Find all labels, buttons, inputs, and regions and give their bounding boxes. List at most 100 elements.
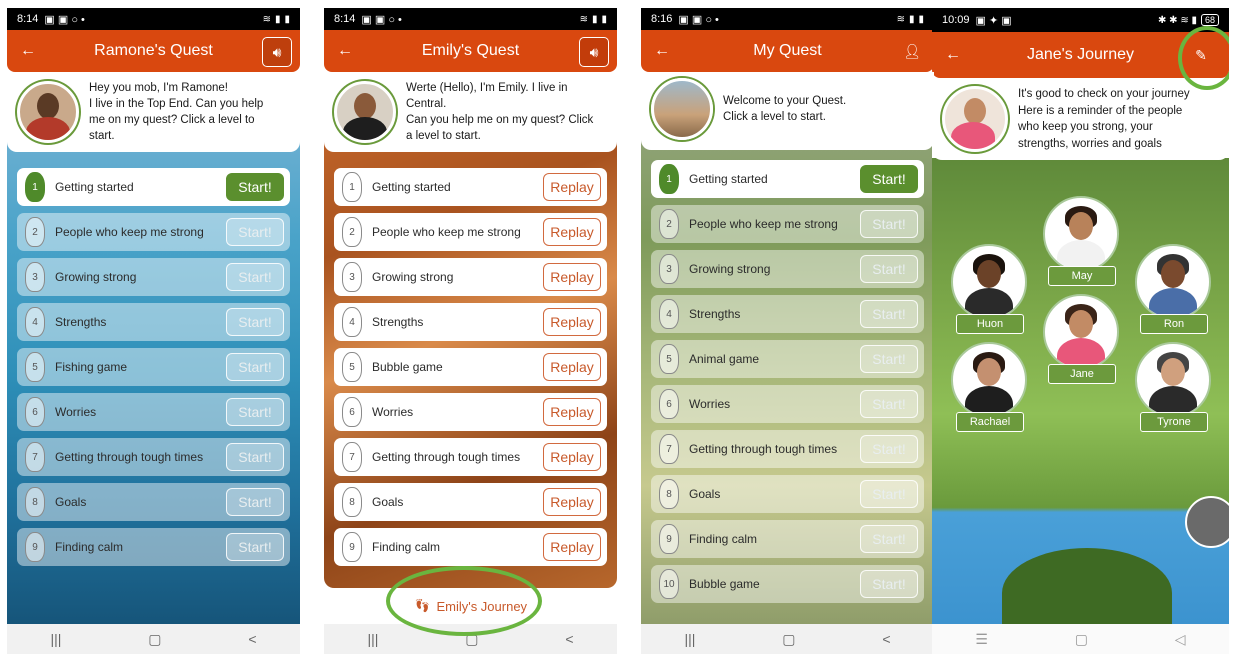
side-thumbnail[interactable]	[1185, 496, 1229, 548]
start-button[interactable]: Start!	[860, 345, 918, 373]
back-arrow-icon[interactable]: ←	[940, 42, 966, 68]
battery-icon: ▮	[284, 13, 290, 25]
replay-button[interactable]: Replay	[543, 533, 601, 561]
level-row[interactable]: 2 People who keep me strong Start!	[17, 213, 290, 251]
person-label: May	[1048, 266, 1116, 286]
level-row[interactable]: 5 Animal game Start!	[651, 340, 924, 378]
system-back-icon[interactable]: ◁	[1175, 631, 1186, 648]
start-button[interactable]: Start!	[226, 218, 284, 246]
start-button[interactable]: Start!	[860, 435, 918, 463]
level-row[interactable]: 4 Strengths Start!	[651, 295, 924, 333]
level-row[interactable]: 10 Bubble game Start!	[651, 565, 924, 603]
level-label: Getting started	[689, 172, 768, 186]
replay-button[interactable]: Replay	[543, 443, 601, 471]
level-row[interactable]: 4 Strengths Replay	[334, 303, 607, 341]
level-row[interactable]: 7 Getting through tough times Start!	[17, 438, 290, 476]
start-button[interactable]: Start!	[860, 165, 918, 193]
start-button[interactable]: Start!	[860, 570, 918, 598]
recent-apps-icon[interactable]: |||	[367, 631, 378, 647]
replay-button[interactable]: Replay	[543, 353, 601, 381]
battery-icon: ▮	[601, 13, 607, 25]
back-arrow-icon[interactable]: ←	[649, 38, 675, 64]
level-row[interactable]: 7 Getting through tough times Replay	[334, 438, 607, 476]
start-button[interactable]: Start!	[860, 480, 918, 508]
level-row[interactable]: 9 Finding calm Start!	[17, 528, 290, 566]
person-huon[interactable]: Huon	[950, 244, 1028, 334]
system-back-icon[interactable]: <	[882, 631, 890, 647]
system-back-icon[interactable]: <	[248, 631, 256, 647]
level-row[interactable]: 7 Getting through tough times Start!	[651, 430, 924, 468]
phone-screen-jane-journey: 10:09 ▣ ✦ ▣ ✱ ✱ ≋ ▮ 68 ← Jane's Journey ✎ …	[932, 8, 1229, 654]
level-row[interactable]: 1 Getting started Start!	[17, 168, 290, 206]
level-label: People who keep me strong	[372, 225, 521, 239]
phone-screen-emily: 8:14 ▣ ▣ ○ • ≋ ▮ ▮ ← Emily's Quest 🔊︎ Werte…	[324, 8, 617, 654]
replay-button[interactable]: Replay	[543, 218, 601, 246]
speaker-icon[interactable]: 🔊︎	[579, 37, 609, 67]
level-row[interactable]: 5 Bubble game Replay	[334, 348, 607, 386]
level-row[interactable]: 6 Worries Start!	[651, 385, 924, 423]
edit-icon[interactable]: ✎	[1187, 41, 1215, 69]
start-button[interactable]: Start!	[226, 488, 284, 516]
system-back-icon[interactable]: <	[565, 631, 573, 647]
level-row[interactable]: 2 People who keep me strong Replay	[334, 213, 607, 251]
start-button[interactable]: Start!	[226, 308, 284, 336]
start-button[interactable]: Start!	[860, 300, 918, 328]
replay-button[interactable]: Replay	[543, 488, 601, 516]
level-row[interactable]: 9 Finding calm Start!	[651, 520, 924, 558]
level-row[interactable]: 6 Worries Replay	[334, 393, 607, 431]
speaker-icon[interactable]: 🔊︎	[262, 37, 292, 67]
avatar	[651, 78, 713, 140]
level-row[interactable]: 1 Getting started Replay	[334, 168, 607, 206]
replay-button[interactable]: Replay	[543, 263, 601, 291]
start-button[interactable]: Start!	[226, 443, 284, 471]
person-label: Jane	[1048, 364, 1116, 384]
level-row[interactable]: 4 Strengths Start!	[17, 303, 290, 341]
person-icon[interactable]: 👤︎	[898, 37, 926, 65]
level-row[interactable]: 6 Worries Start!	[17, 393, 290, 431]
start-button[interactable]: Start!	[226, 533, 284, 561]
level-row[interactable]: 8 Goals Start!	[17, 483, 290, 521]
replay-button[interactable]: Replay	[543, 173, 601, 201]
start-button[interactable]: Start!	[860, 525, 918, 553]
home-icon[interactable]: ▢	[782, 631, 795, 648]
person-ron[interactable]: Ron	[1134, 244, 1212, 334]
recent-apps-icon[interactable]: |||	[50, 631, 61, 647]
person-rachael[interactable]: Rachael	[950, 342, 1028, 432]
start-button[interactable]: Start!	[860, 255, 918, 283]
home-icon[interactable]: ▢	[148, 631, 161, 648]
level-row[interactable]: 1 Getting started Start!	[651, 160, 924, 198]
replay-button[interactable]: Replay	[543, 308, 601, 336]
start-button[interactable]: Start!	[226, 398, 284, 426]
notification-icons: ▣ ▣ ○ •	[361, 13, 402, 26]
phone-screen-ramone: 8:14 ▣ ▣ ○ • ≋ ▮ ▮ ← Ramone's Quest 🔊︎ Hey …	[7, 8, 300, 654]
journey-link[interactable]: 👣︎ Emily's Journey	[324, 588, 617, 624]
start-button[interactable]: Start!	[226, 263, 284, 291]
recent-apps-icon[interactable]: ☰	[975, 631, 988, 648]
level-row[interactable]: 8 Goals Start!	[651, 475, 924, 513]
level-row[interactable]: 3 Growing strong Start!	[17, 258, 290, 296]
level-label: Getting started	[55, 180, 134, 194]
level-row[interactable]: 8 Goals Replay	[334, 483, 607, 521]
replay-button[interactable]: Replay	[543, 398, 601, 426]
level-row[interactable]: 5 Fishing game Start!	[17, 348, 290, 386]
home-icon[interactable]: ▢	[1075, 631, 1088, 648]
person-may[interactable]: May	[1042, 196, 1120, 286]
intro-line: Werte (Hello), I'm Emily. I live in	[406, 82, 568, 94]
footprint-icon: 6	[659, 389, 679, 419]
start-button[interactable]: Start!	[226, 353, 284, 381]
footprint-icon: 10	[659, 569, 679, 599]
home-icon[interactable]: ▢	[465, 631, 478, 648]
level-row[interactable]: 2 People who keep me strong Start!	[651, 205, 924, 243]
level-row[interactable]: 3 Growing strong Replay	[334, 258, 607, 296]
start-button[interactable]: Start!	[226, 173, 284, 201]
level-row[interactable]: 9 Finding calm Replay	[334, 528, 607, 566]
start-button[interactable]: Start!	[860, 210, 918, 238]
person-jane[interactable]: Jane	[1042, 294, 1120, 384]
back-arrow-icon[interactable]: ←	[15, 38, 41, 64]
level-row[interactable]: 3 Growing strong Start!	[651, 250, 924, 288]
back-arrow-icon[interactable]: ←	[332, 38, 358, 64]
notification-icons: ▣ ▣ ○ •	[44, 13, 85, 26]
start-button[interactable]: Start!	[860, 390, 918, 418]
recent-apps-icon[interactable]: |||	[684, 631, 695, 647]
person-tyrone[interactable]: Tyrone	[1134, 342, 1212, 432]
